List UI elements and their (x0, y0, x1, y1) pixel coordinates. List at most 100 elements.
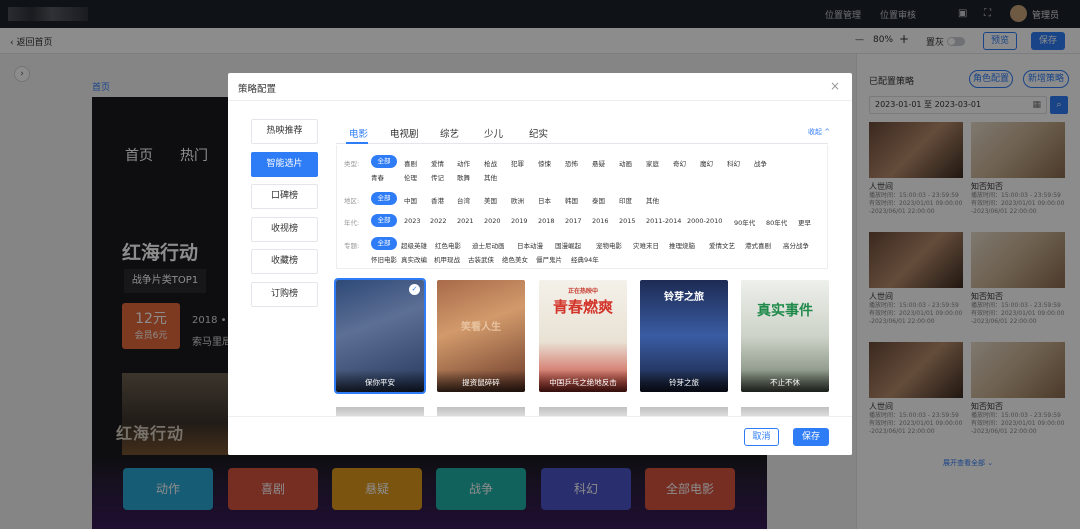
filter-option[interactable]: 2020 (484, 217, 501, 225)
nav-ratings[interactable]: 收视榜 (251, 217, 318, 242)
tab-variety[interactable]: 综艺 (440, 126, 459, 140)
poster-text: 笑看人生 (461, 322, 501, 333)
movie-card[interactable]: ✓ 保你平安 (334, 278, 426, 394)
poster-text: 青春燃爽 (552, 298, 613, 316)
filter-option[interactable]: 青春 (371, 172, 384, 182)
tab-divider (336, 143, 828, 144)
movie-card[interactable]: 真实事件 不止不休 (741, 280, 829, 392)
filter-option[interactable]: 泰国 (592, 195, 605, 205)
filter-option[interactable]: 2015 (619, 217, 636, 225)
filter-option[interactable]: 2011-2014 (646, 217, 681, 225)
filter-option[interactable]: 2016 (592, 217, 609, 225)
filter-option[interactable]: 台湾 (457, 195, 470, 205)
filter-option[interactable]: 经典94年 (571, 254, 599, 264)
movie-title: 保你平安 (336, 370, 424, 392)
tab-kids[interactable]: 少儿 (484, 126, 503, 140)
filter-option[interactable]: 2018 (538, 217, 555, 225)
filter-option[interactable]: 国漫崛起 (555, 240, 581, 250)
filter-option[interactable]: 灾难末日 (633, 240, 659, 250)
poster-text: 真实事件 (757, 303, 813, 319)
filter-option[interactable]: 港式喜剧 (745, 240, 771, 250)
filter-option[interactable]: 绝色美女 (502, 254, 528, 264)
tab-movie[interactable]: 电影 (349, 126, 368, 140)
filter-option[interactable]: 高分战争 (783, 240, 809, 250)
nav-orders[interactable]: 订购榜 (251, 282, 318, 307)
filter-option[interactable]: 枪战 (484, 158, 497, 168)
filter-option[interactable]: 真实改编 (401, 254, 427, 264)
collapse-filters-button[interactable]: 收起 ^ (808, 127, 830, 137)
filter-option[interactable]: 奇幻 (673, 158, 686, 168)
filter-option[interactable]: 僵尸鬼片 (536, 254, 562, 264)
filter-option[interactable]: 韩国 (565, 195, 578, 205)
filter-option[interactable]: 其他 (646, 195, 659, 205)
filter-option[interactable]: 2023 (404, 217, 421, 225)
nav-reputation[interactable]: 口碑榜 (251, 184, 318, 209)
poster-text: 铃芽之旅 (664, 292, 704, 303)
filter-chip-all[interactable]: 全部 (371, 192, 397, 205)
nav-hot-recommend[interactable]: 热映推荐 (251, 119, 318, 144)
filter-chip-all[interactable]: 全部 (371, 155, 397, 168)
filter-option[interactable]: 魔幻 (700, 158, 713, 168)
filter-option[interactable]: 2021 (457, 217, 474, 225)
dialog-save-button[interactable]: 保存 (793, 428, 829, 446)
filter-option[interactable]: 宠物电影 (596, 240, 622, 250)
cancel-button[interactable]: 取消 (744, 428, 779, 446)
filter-option[interactable]: 80年代 (766, 217, 787, 227)
filter-option[interactable]: 古装武侠 (468, 254, 494, 264)
filter-option[interactable]: 动作 (457, 158, 470, 168)
filter-option[interactable]: 惊悚 (538, 158, 551, 168)
filter-option[interactable]: 90年代 (734, 217, 755, 227)
filter-option[interactable]: 推理烧脑 (669, 240, 695, 250)
filter-option[interactable]: 恐怖 (565, 158, 578, 168)
filter-option[interactable]: 更早 (798, 217, 811, 227)
filter-option[interactable]: 超级英雄 (401, 240, 427, 250)
filter-label: 类型: (344, 160, 360, 168)
filter-option[interactable]: 动画 (619, 158, 632, 168)
movie-title: 提资鼠碎碎 (437, 370, 525, 392)
filter-label: 地区: (344, 197, 360, 205)
filter-option[interactable]: 印度 (619, 195, 632, 205)
filter-option[interactable]: 怀旧电影 (371, 254, 397, 264)
close-icon[interactable]: × (830, 79, 840, 93)
filter-label: 专题: (344, 242, 360, 250)
movie-card[interactable]: 笑看人生 提资鼠碎碎 (437, 280, 525, 392)
checkmark-icon: ✓ (409, 284, 420, 295)
filter-option[interactable]: 传记 (431, 172, 444, 182)
filter-option[interactable]: 欧洲 (511, 195, 524, 205)
movie-title: 中国乒乓之绝地反击 (539, 370, 627, 392)
filter-option[interactable]: 2017 (565, 217, 582, 225)
filter-chip-all[interactable]: 全部 (371, 237, 397, 250)
filter-option[interactable]: 歌舞 (457, 172, 470, 182)
filter-option[interactable]: 2022 (430, 217, 447, 225)
filter-option[interactable]: 2000-2010 (687, 217, 722, 225)
filter-option[interactable]: 爱情 (431, 158, 444, 168)
filter-label: 年代: (344, 219, 360, 227)
tab-tv[interactable]: 电视剧 (390, 126, 419, 140)
filter-option[interactable]: 迪士尼动画 (472, 240, 505, 250)
filter-option[interactable]: 家庭 (646, 158, 659, 168)
movie-title: 不止不休 (741, 370, 829, 392)
filter-option[interactable]: 科幻 (727, 158, 740, 168)
filter-option[interactable]: 中国 (404, 195, 417, 205)
filter-option[interactable]: 其他 (484, 172, 497, 182)
filter-option[interactable]: 日本动漫 (517, 240, 543, 250)
movie-card[interactable]: 铃芽之旅 铃芽之旅 (640, 280, 728, 392)
filter-option[interactable]: 爱情文艺 (709, 240, 735, 250)
movie-card[interactable]: 正在热映中 青春燃爽 中国乒乓之绝地反击 (539, 280, 627, 392)
filter-option[interactable]: 美国 (484, 195, 497, 205)
filter-chip-all[interactable]: 全部 (371, 214, 397, 227)
tab-active-indicator (346, 142, 368, 144)
filter-option[interactable]: 日本 (538, 195, 551, 205)
filter-option[interactable]: 悬疑 (592, 158, 605, 168)
nav-favorites[interactable]: 收藏榜 (251, 249, 318, 274)
filter-option[interactable]: 机甲现战 (434, 254, 460, 264)
filter-option[interactable]: 喜剧 (404, 158, 417, 168)
filter-option[interactable]: 2019 (511, 217, 528, 225)
filter-option[interactable]: 伦理 (404, 172, 417, 182)
nav-smart-pick[interactable]: 智能选片 (251, 152, 318, 177)
filter-option[interactable]: 香港 (431, 195, 444, 205)
tab-documentary[interactable]: 纪实 (529, 126, 548, 140)
filter-option[interactable]: 战争 (754, 158, 767, 168)
filter-option[interactable]: 犯罪 (511, 158, 524, 168)
filter-option[interactable]: 红色电影 (435, 240, 461, 250)
